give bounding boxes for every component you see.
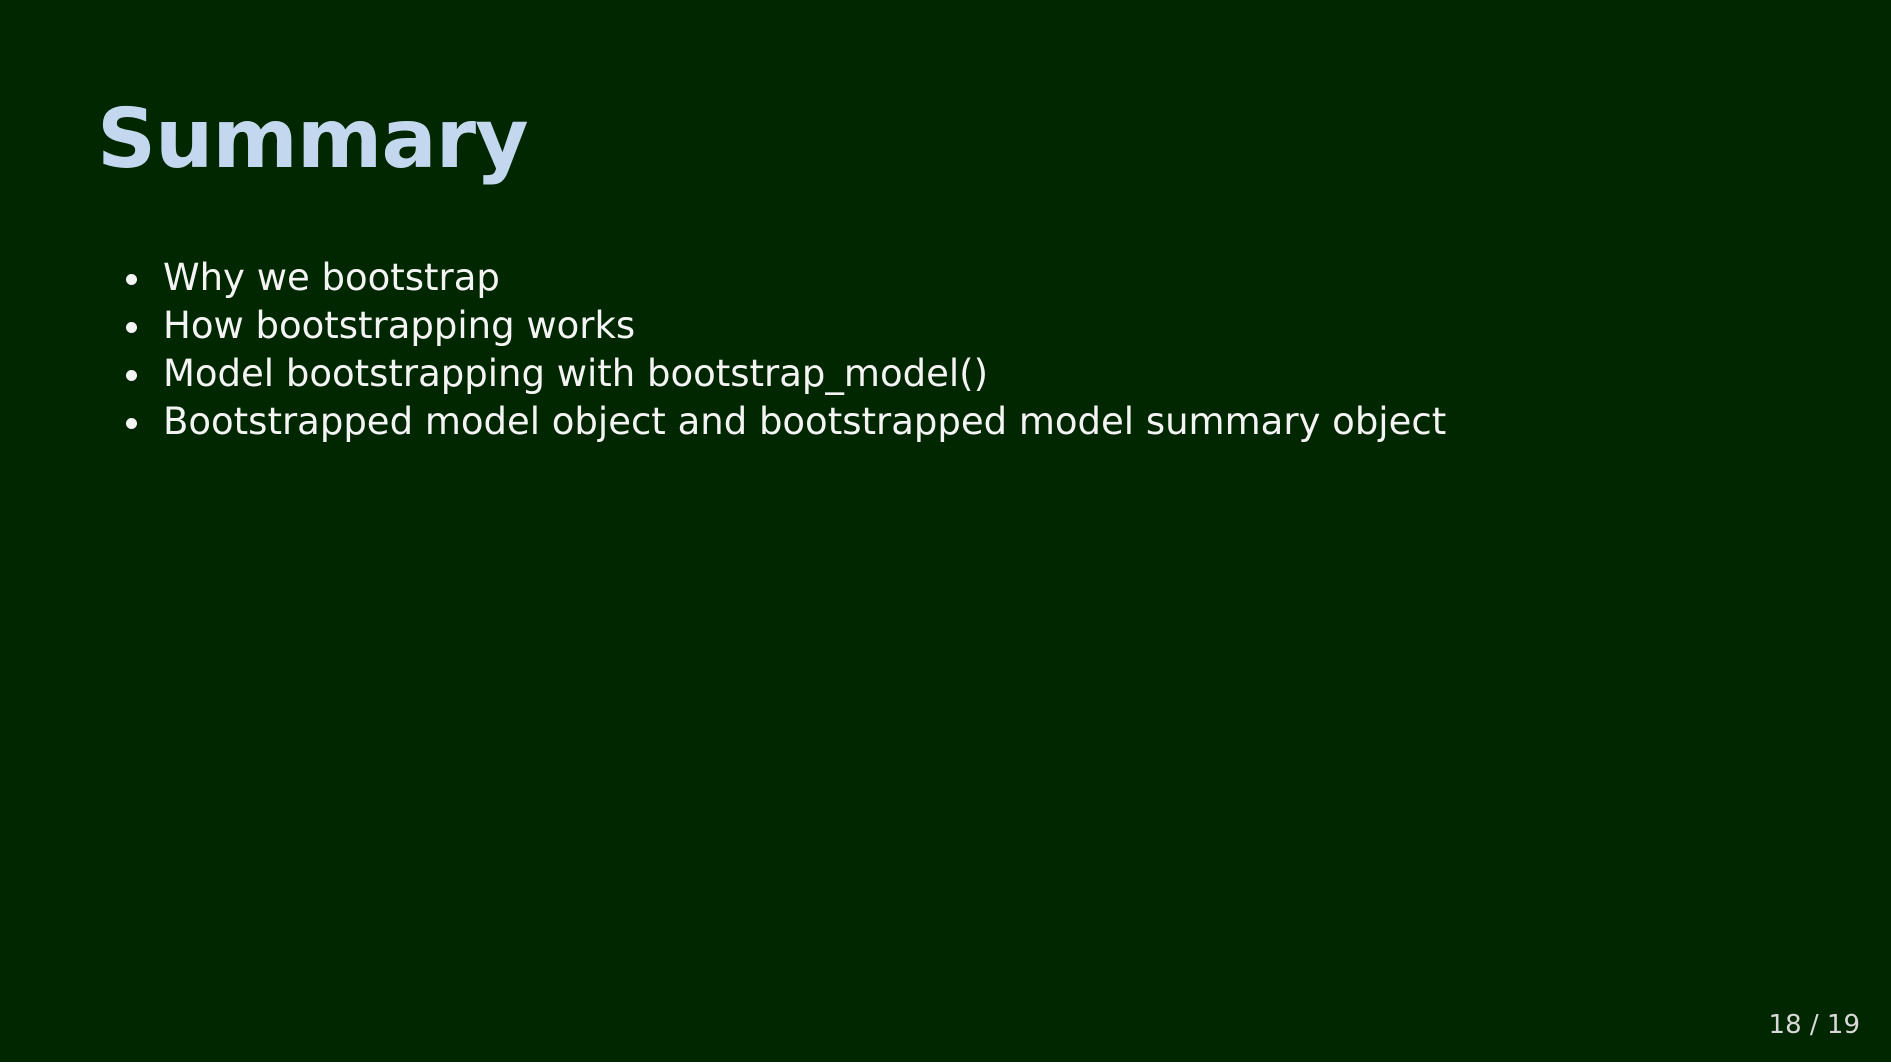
list-item: How bootstrapping works [117, 302, 1446, 350]
list-item: Bootstrapped model object and bootstrapp… [117, 398, 1446, 446]
bullet-text: Model bootstrapping with bootstrap_model… [163, 352, 989, 395]
slide-page-number: 18 / 19 [1768, 1010, 1860, 1040]
bullet-icon [126, 322, 137, 333]
slide-title: Summary [97, 92, 529, 187]
bullet-icon [126, 370, 137, 381]
bullet-icon [126, 274, 137, 285]
bullet-text: Bootstrapped model object and bootstrapp… [163, 400, 1447, 443]
list-item: Model bootstrapping with bootstrap_model… [117, 350, 1446, 398]
slide: Summary Why we bootstrap How bootstrappi… [0, 0, 1891, 1062]
list-item: Why we bootstrap [117, 254, 1446, 302]
bullet-text: How bootstrapping works [163, 304, 636, 347]
bullet-icon [126, 418, 137, 429]
bullet-text: Why we bootstrap [163, 256, 500, 299]
bullet-list: Why we bootstrap How bootstrapping works… [117, 254, 1446, 446]
